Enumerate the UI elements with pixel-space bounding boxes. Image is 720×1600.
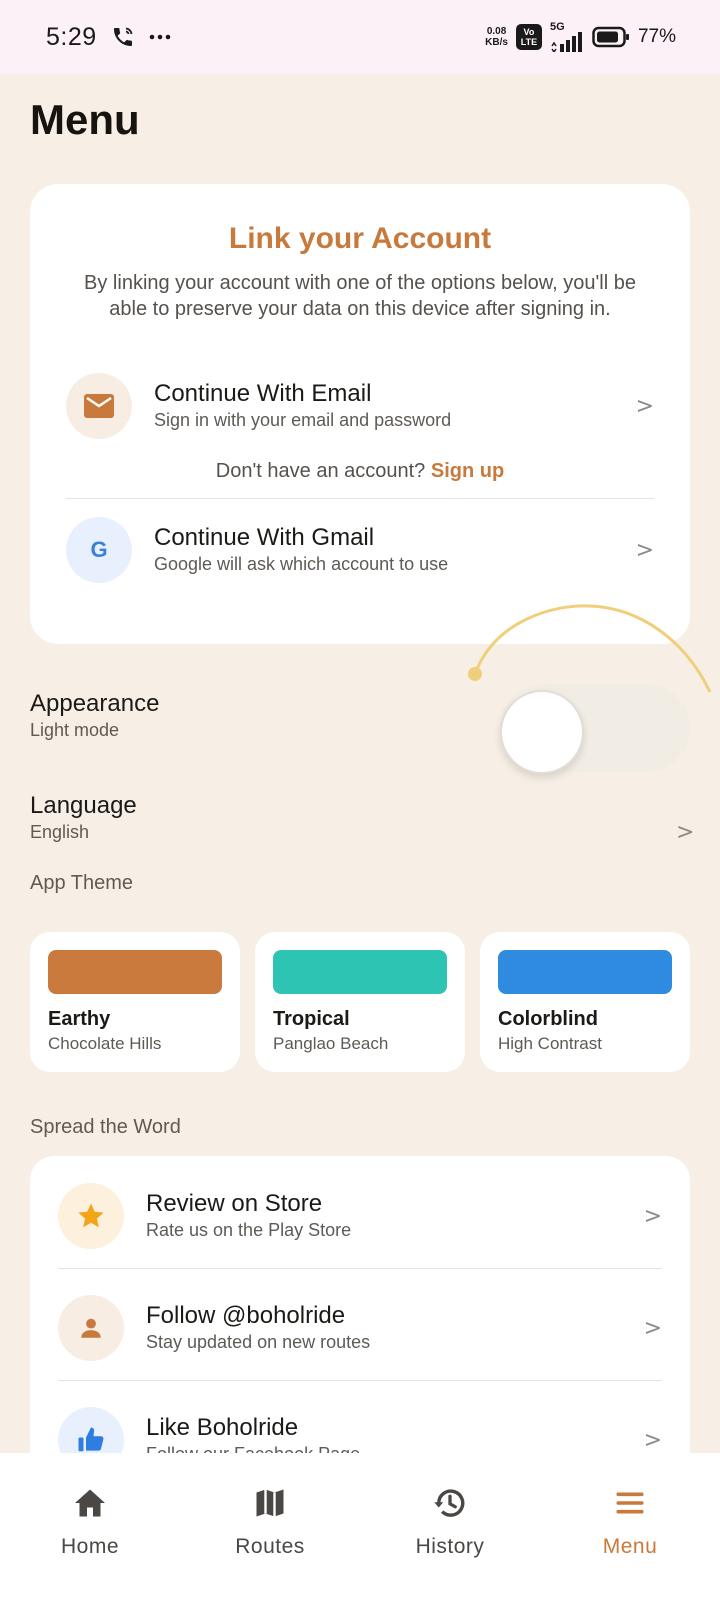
signup-prompt: Don't have an account? Sign up (30, 460, 690, 483)
phone-wifi-call-icon (111, 25, 135, 49)
volte-badge: Vo LTE (515, 24, 542, 50)
link-account-description: By linking your account with one of the … (84, 272, 636, 320)
more-dots-icon (149, 33, 171, 41)
theme-card-colorblind[interactable]: Colorblind High Contrast (480, 932, 690, 1072)
theme-card-earthy[interactable]: Earthy Chocolate Hills (30, 932, 240, 1072)
theme-name: Tropical (273, 1008, 350, 1030)
theme-card-tropical[interactable]: Tropical Panglao Beach (255, 932, 465, 1072)
appearance-value: Light mode (30, 720, 120, 740)
nav-label: History (415, 1535, 485, 1558)
appearance-setting: Appearance Light mode (30, 690, 159, 742)
nav-label: Routes (235, 1535, 305, 1558)
status-bar: 5:29 0.08 KB/s Vo LTE 5G 77% (0, 0, 720, 74)
speed-unit: KB/s (485, 37, 508, 48)
theme-name: Earthy (48, 1008, 111, 1030)
email-option-title: Continue With Email (154, 380, 372, 407)
link-account-title: Link your Account (228, 222, 492, 255)
volte-top: Vo (523, 27, 535, 37)
follow-title: Follow @boholride (146, 1302, 346, 1329)
signal-icon (551, 32, 582, 52)
review-on-store-button[interactable]: Review on Store Rate us on the Play Stor… (58, 1182, 662, 1250)
theme-swatch (48, 950, 222, 994)
theme-name: Colorblind (498, 1008, 598, 1030)
appearance-title: Appearance (30, 690, 160, 717)
signup-link[interactable]: Sign up (431, 460, 504, 482)
status-time: 5:29 (46, 22, 97, 51)
chevron-right-icon: > (643, 1315, 662, 1341)
divider (58, 1268, 662, 1269)
signup-prompt-text: Don't have an account? (215, 460, 426, 482)
review-subtitle: Rate us on the Play Store (146, 1220, 352, 1240)
review-title: Review on Store (146, 1190, 323, 1217)
chevron-right-icon: > (635, 537, 654, 563)
language-value: English (30, 822, 90, 842)
volte-bottom: LTE (520, 37, 538, 47)
nav-home[interactable]: Home (0, 1453, 180, 1600)
divider (66, 498, 654, 499)
app-theme-label: App Theme (30, 872, 134, 894)
nav-history[interactable]: History (360, 1453, 540, 1600)
appearance-toggle-knob[interactable] (500, 690, 584, 774)
speed-value: 0.08 (486, 26, 507, 37)
like-title: Like Boholride (146, 1414, 299, 1441)
menu-icon (616, 1492, 644, 1514)
battery-icon (592, 26, 630, 48)
follow-boholride-button[interactable]: Follow @boholride Stay updated on new ro… (58, 1294, 662, 1362)
theme-subtitle: High Contrast (498, 1034, 602, 1053)
mail-icon (66, 373, 132, 439)
chevron-right-icon: > (643, 1427, 662, 1453)
gmail-option-title: Continue With Gmail (154, 524, 375, 551)
spread-the-word-label: Spread the Word (30, 1116, 181, 1138)
nav-routes[interactable]: Routes (180, 1453, 360, 1600)
theme-swatch (498, 950, 672, 994)
theme-swatch (273, 950, 447, 994)
divider (58, 1380, 662, 1381)
home-icon (75, 1489, 105, 1517)
theme-subtitle: Chocolate Hills (48, 1034, 162, 1053)
history-icon (434, 1489, 465, 1517)
battery-percent: 77% (637, 26, 676, 47)
follow-subtitle: Stay updated on new routes (146, 1332, 371, 1352)
person-icon (58, 1295, 124, 1361)
spread-the-word-card: Review on Store Rate us on the Play Stor… (30, 1156, 690, 1486)
network-speed: 0.08 KB/s (485, 26, 508, 48)
google-icon: G (66, 517, 132, 583)
nav-menu[interactable]: Menu (540, 1453, 720, 1600)
screen: 5:29 0.08 KB/s Vo LTE 5G 77% Menu Link y… (0, 0, 720, 1600)
star-icon (58, 1183, 124, 1249)
map-icon (256, 1489, 284, 1517)
bottom-navigation: Home Routes History Menu (0, 1453, 720, 1600)
chevron-right-icon: > (635, 393, 654, 419)
email-option-subtitle: Sign in with your email and password (154, 410, 452, 430)
google-letter: G (90, 537, 108, 562)
link-account-card: Link your Account By linking your accoun… (30, 184, 690, 644)
nav-label: Home (60, 1535, 120, 1558)
chevron-right-icon: > (676, 820, 695, 845)
continue-with-gmail-button[interactable]: G Continue With Gmail Google will ask wh… (66, 516, 654, 584)
continue-with-email-button[interactable]: Continue With Email Sign in with your em… (66, 372, 654, 440)
gmail-option-subtitle: Google will ask which account to use (154, 554, 449, 574)
chevron-right-icon: > (643, 1203, 662, 1229)
language-title: Language (30, 792, 137, 819)
signal-group: 5G (550, 22, 584, 52)
theme-subtitle: Panglao Beach (273, 1034, 389, 1053)
page-title: Menu (30, 96, 140, 143)
language-setting[interactable]: Language English (30, 792, 137, 844)
network-type: 5G (549, 21, 565, 33)
nav-label: Menu (602, 1535, 658, 1558)
